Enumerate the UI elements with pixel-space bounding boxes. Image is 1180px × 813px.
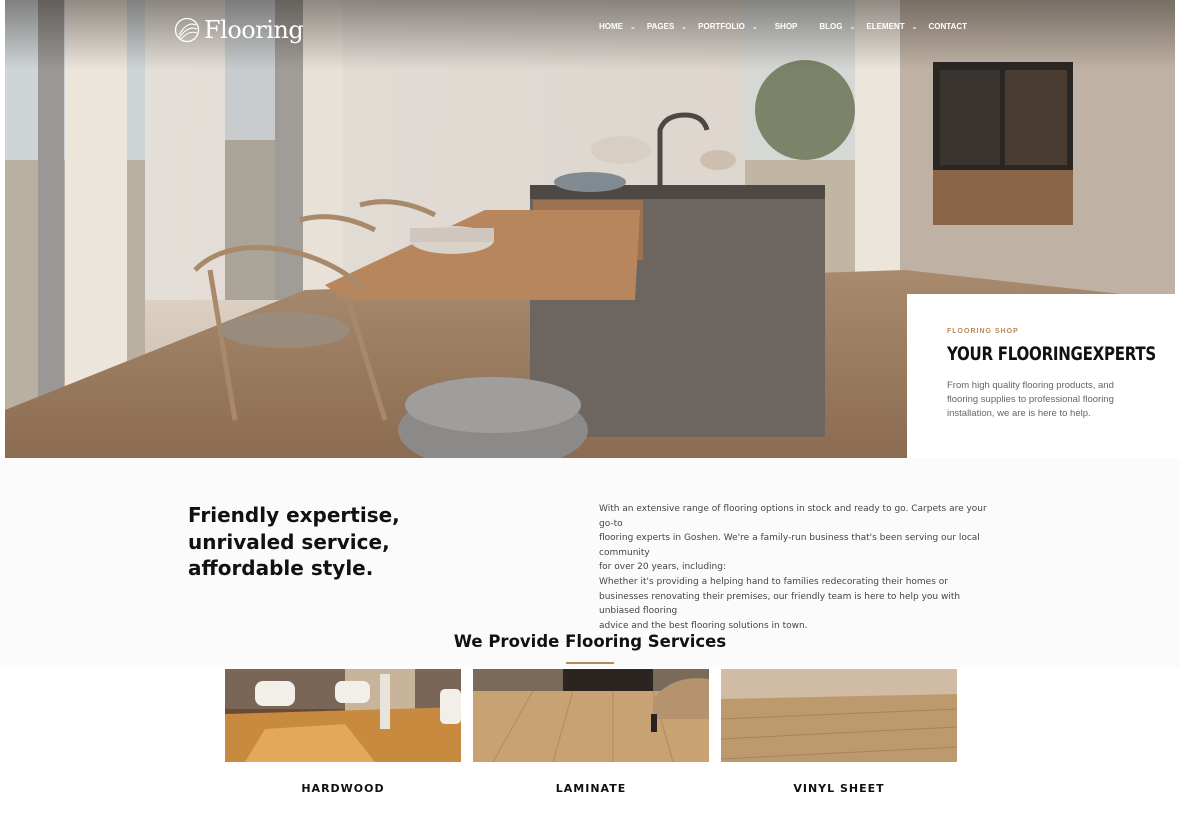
nav-item-element[interactable]: ELEMENT ⌄ — [866, 22, 917, 31]
service-card-hardwood[interactable]: HARDWOOD — [225, 669, 461, 795]
nav-item-label: HOME — [599, 22, 623, 31]
hero-info-card: FLOORING SHOP YOUR FLOORINGEXPERTS From … — [907, 294, 1175, 458]
service-label: VINYL SHEET — [793, 782, 885, 795]
nav-item-label: PAGES — [646, 22, 675, 31]
nav-item-blog[interactable]: BLOG ⌄ — [819, 22, 855, 31]
vinyl-sheet-image[interactable] — [721, 669, 957, 762]
nav-item-label: SHOP — [774, 22, 798, 31]
nav-item-label: ELEMENT — [866, 22, 905, 31]
services-title-underline — [566, 662, 614, 664]
intro-body-line: Whether it's providing a helping hand to… — [599, 576, 948, 587]
service-label: HARDWOOD — [301, 782, 385, 795]
intro-heading-line: affordable style. — [188, 556, 374, 580]
intro-heading-line: unrivaled service, — [188, 529, 390, 554]
card-title: YOUR FLOORINGEXPERTS — [947, 343, 1156, 365]
chevron-down-icon: ⌄ — [751, 23, 758, 31]
laminate-image[interactable] — [473, 669, 709, 762]
intro-body-line: With an extensive range of flooring opti… — [599, 504, 987, 529]
intro-heading-line: Friendly expertise, — [188, 503, 400, 527]
intro-body-line: flooring experts in Goshen. We're a fami… — [599, 533, 980, 558]
site-logo[interactable]: Flooring — [174, 16, 304, 44]
nav-item-label: PORTFOLIO — [698, 22, 745, 31]
nav-item-label: CONTACT — [928, 22, 967, 31]
hardwood-image[interactable] — [225, 669, 461, 762]
chevron-down-icon: ⌄ — [630, 23, 636, 31]
service-card-laminate[interactable]: LAMINATE — [473, 669, 709, 795]
logo-text: Flooring — [204, 16, 304, 44]
nav-item-portfolio[interactable]: PORTFOLIO ⌄ — [698, 22, 758, 31]
nav-item-home[interactable]: HOME ⌄ — [599, 22, 636, 31]
chevron-down-icon: ⌄ — [849, 23, 856, 31]
chevron-down-icon: ⌄ — [911, 23, 918, 31]
chevron-down-icon: ⌄ — [681, 23, 688, 31]
service-card-vinyl-sheet[interactable]: VINYL SHEET — [721, 669, 957, 795]
nav-item-pages[interactable]: PAGES ⌄ — [647, 22, 687, 31]
card-text: From high quality flooring products, and… — [947, 380, 1114, 419]
nav-item-contact[interactable]: CONTACT — [928, 22, 967, 31]
leaf-circle-icon — [174, 17, 200, 43]
nav-item-shop[interactable]: SHOP — [775, 22, 798, 31]
intro-body-line: for over 20 years, including: — [599, 562, 726, 573]
main-nav: HOME ⌄ PAGES ⌄ PORTFOLIO ⌄ SHOP BLOG ⌄ E… — [599, 22, 978, 31]
intro-body-line: businesses renovating their premises, ou… — [599, 591, 961, 617]
nav-item-label: BLOG — [819, 22, 843, 31]
intro-body: With an extensive range of flooring opti… — [599, 502, 999, 633]
service-label: LAMINATE — [555, 782, 627, 795]
intro-heading: Friendly expertise, unrivaled service, a… — [188, 502, 428, 582]
services-title: We Provide Flooring Services — [453, 632, 727, 651]
card-eyebrow: FLOORING SHOP — [947, 328, 1019, 335]
